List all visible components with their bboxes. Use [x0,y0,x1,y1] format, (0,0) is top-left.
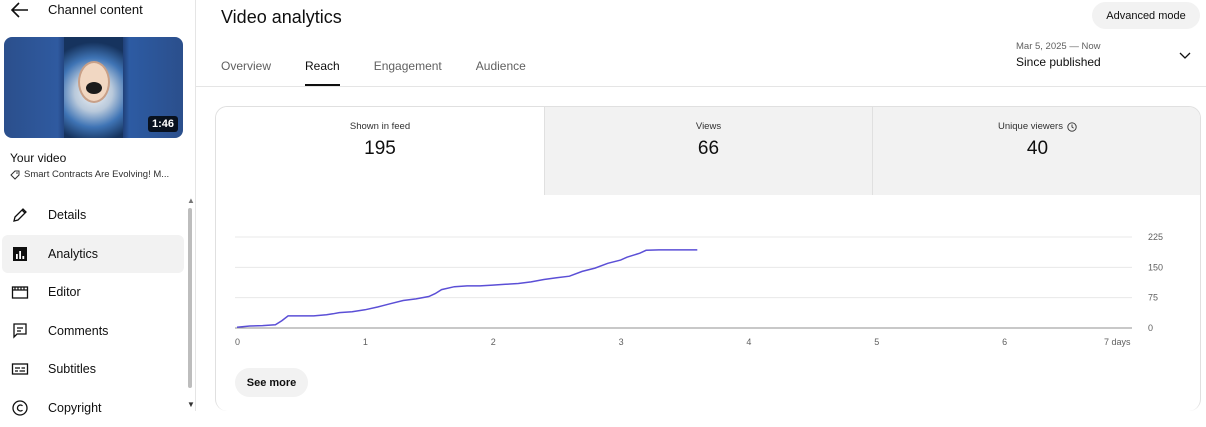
sidebar-scrollbar[interactable]: ▲ ▼ [187,196,193,411]
x-tick-label: 7 days [1104,337,1131,347]
sidebar-item-label: Editor [48,285,81,299]
sidebar-nav: Details Analytics Editor Comments [0,196,188,427]
chevron-down-icon [1179,51,1191,61]
clock-icon [1067,122,1077,132]
x-tick-label: 0 [235,337,240,347]
x-tick-label: 5 [874,337,879,347]
sidebar-header: Channel content [0,0,196,22]
sidebar-item-label: Analytics [48,247,98,261]
x-tick-label: 3 [619,337,624,347]
analytics-icon [11,245,29,263]
y-tick-label: 0 [1148,323,1153,333]
reach-line-chart: 0 75 150 225 0 1 2 3 4 5 6 7 days [215,200,1201,360]
metric-label: Shown in feed [216,121,544,132]
date-range-label: Since published [1016,55,1101,69]
scroll-thumb[interactable] [188,208,192,388]
sidebar-item-label: Copyright [48,401,102,415]
see-more-button[interactable]: See more [235,368,308,397]
y-tick-label: 150 [1148,262,1163,272]
tab-bar: Overview Reach Engagement Audience [221,52,560,86]
advanced-mode-button[interactable]: Advanced mode [1092,2,1200,29]
metric-unique-viewers[interactable]: Unique viewers 40 [872,107,1201,195]
x-tick-label: 6 [1002,337,1007,347]
sidebar-item-editor[interactable]: Editor [0,273,188,312]
metric-label: Views [545,121,872,132]
series-line[interactable] [237,250,697,327]
y-tick-label: 225 [1148,232,1163,242]
tab-audience[interactable]: Audience [476,52,526,86]
x-tick-label: 1 [363,337,368,347]
sidebar-item-label: Comments [48,324,108,338]
subtitles-icon [11,360,29,378]
metric-value: 195 [216,138,544,160]
sidebar-header-title: Channel content [48,2,143,17]
x-tick-label: 4 [746,337,751,347]
y-tick-label: 75 [1148,293,1158,303]
video-duration-badge: 1:46 [148,116,178,132]
scroll-up-icon[interactable]: ▲ [187,196,195,205]
your-video-heading: Your video [10,151,66,165]
sidebar-item-copyright[interactable]: Copyright [0,389,188,427]
tabs-divider [196,86,1206,87]
thumbnail-mouth [86,82,102,94]
tag-icon [10,170,20,180]
sidebar-item-label: Details [48,208,86,222]
video-title: Smart Contracts Are Evolving! M... [24,169,169,180]
video-title-row[interactable]: Smart Contracts Are Evolving! M... [10,169,186,180]
metric-value: 66 [545,138,872,160]
sidebar-item-analytics[interactable]: Analytics [2,235,184,274]
tab-engagement[interactable]: Engagement [374,52,442,86]
sidebar-item-comments[interactable]: Comments [0,312,188,351]
metric-label: Unique viewers [873,121,1201,132]
metric-views[interactable]: Views 66 [544,107,872,195]
page-title: Video analytics [221,7,342,28]
metric-shown-in-feed[interactable]: Shown in feed 195 [216,107,544,195]
video-thumbnail[interactable]: 1:46 [4,37,183,138]
comment-icon [11,322,29,340]
pencil-icon [11,206,29,224]
metric-value: 40 [873,138,1201,160]
sidebar: Channel content 1:46 Your video Smart Co… [0,0,196,411]
date-range-selector[interactable]: Mar 5, 2025 — Now Since published [1016,41,1198,73]
tab-reach[interactable]: Reach [305,52,340,86]
film-icon [11,283,29,301]
sidebar-item-label: Subtitles [48,362,96,376]
scroll-down-icon[interactable]: ▼ [187,400,195,409]
back-arrow-icon[interactable] [10,1,30,19]
x-tick-label: 2 [491,337,496,347]
date-range-dates: Mar 5, 2025 — Now [1016,41,1100,52]
copyright-icon [11,399,29,417]
sidebar-item-details[interactable]: Details [0,196,188,235]
tab-overview[interactable]: Overview [221,52,271,86]
sidebar-item-subtitles[interactable]: Subtitles [0,350,188,389]
